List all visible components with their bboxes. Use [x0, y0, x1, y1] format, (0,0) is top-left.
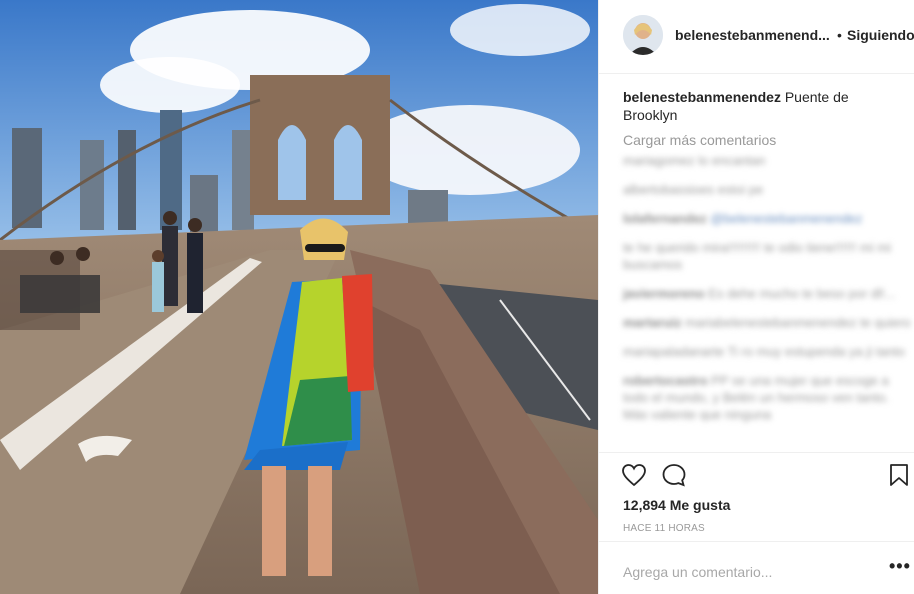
- comment-item: mariagomez lo encantan: [623, 153, 766, 168]
- post-actions: 12,894 Me gusta HACE 11 HORAS Agrega un …: [599, 452, 914, 592]
- comment-input[interactable]: Agrega un comentario...: [623, 564, 772, 580]
- comments-list: mariagomez lo encantan albertobassioes e…: [615, 152, 911, 446]
- caption-username[interactable]: belenestebanmenendez: [623, 89, 781, 105]
- username-link[interactable]: belenestebanmenend...: [675, 27, 830, 43]
- comment-item: albertobassioes estoi pe: [623, 182, 764, 197]
- post-details-panel: belenestebanmenend... • Siguiendo belene…: [598, 0, 914, 594]
- speech-bubble-icon[interactable]: [661, 463, 687, 492]
- comment-item: lolafernandez @belenestebanmenendez: [623, 211, 863, 226]
- load-more-comments-link[interactable]: Cargar más comentarios: [623, 132, 776, 148]
- add-comment-bar: Agrega un comentario... •••: [599, 541, 914, 593]
- more-options-icon[interactable]: •••: [889, 556, 911, 577]
- comment-item: robertocastro PP se una mujer que escoge…: [623, 373, 889, 422]
- caption: belenestebanmenendez Puente de Brooklyn: [623, 88, 893, 124]
- comment-item: martaruiz mariabelenestebanmenendez te q…: [623, 315, 911, 330]
- following-button[interactable]: Siguiendo: [847, 27, 914, 43]
- post-header: belenestebanmenend... • Siguiendo: [599, 0, 914, 74]
- heart-icon[interactable]: [621, 463, 647, 492]
- likes-count[interactable]: 12,894 Me gusta: [623, 497, 730, 513]
- separator-dot: •: [837, 27, 842, 43]
- comment-item: mariapaladanarte Ti ro muy estupenda ya …: [623, 344, 905, 359]
- avatar-image: [623, 15, 663, 55]
- comment-item: te he querido mira!!!!!!!!! te odio tien…: [623, 240, 892, 272]
- post-timestamp: HACE 11 HORAS: [623, 523, 705, 534]
- bookmark-icon[interactable]: [889, 463, 909, 492]
- comment-item: javiermoreno Es dehe mucho te beso por d…: [623, 286, 896, 301]
- post-photo[interactable]: [0, 0, 598, 594]
- avatar[interactable]: [623, 15, 663, 55]
- brooklyn-bridge-photo: [0, 0, 598, 594]
